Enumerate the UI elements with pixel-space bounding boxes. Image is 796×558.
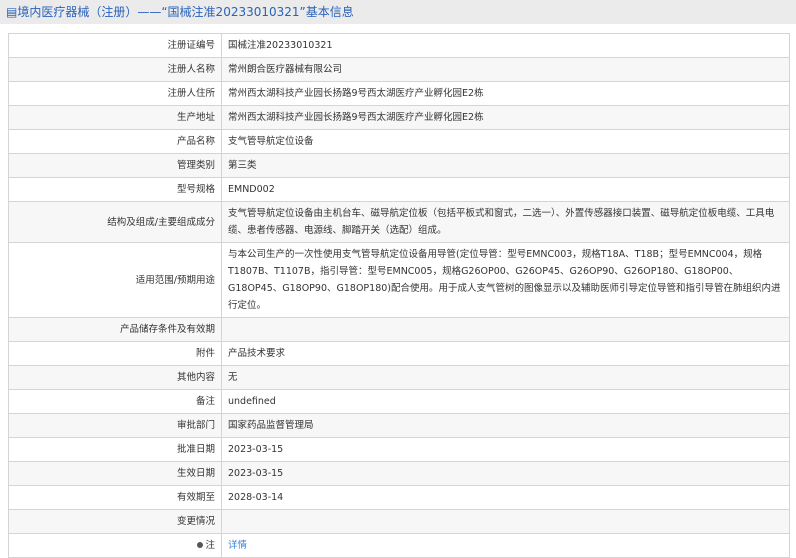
details-link[interactable]: 详情 — [228, 540, 247, 551]
table-row: 附件 产品技术要求 — [8, 341, 790, 366]
pin-icon — [197, 542, 204, 548]
table-row: 适用范围/预期用途 与本公司生产的一次性使用支气管导航定位设备用导管(定位导管：型… — [8, 242, 790, 318]
row-label: 批准日期 — [8, 437, 222, 462]
row-value: 第三类 — [221, 153, 790, 178]
row-value: 产品技术要求 — [221, 341, 790, 366]
row-label: 附件 — [8, 341, 222, 366]
table-row: 其他内容无 — [8, 365, 790, 390]
row-label: 型号规格 — [8, 177, 222, 202]
row-value: 2023-03-15 — [221, 461, 790, 486]
note-label: 注 — [205, 540, 215, 551]
document-icon: ▤ — [6, 5, 18, 19]
row-label: 生产地址 — [8, 105, 222, 130]
note-row: 注 详情 — [8, 533, 790, 558]
row-value: 2028-03-14 — [221, 485, 790, 510]
note-value-cell: 详情 — [221, 533, 790, 558]
row-value: 2023-03-15 — [221, 437, 790, 462]
row-value: 常州西太湖科技产业园长扬路9号西太湖医疗产业孵化园E2栋 — [221, 105, 790, 130]
row-value: 国家药品监督管理局 — [221, 413, 790, 438]
row-label: 注册人名称 — [8, 57, 222, 82]
row-label: 管理类别 — [8, 153, 222, 178]
row-label: 其他内容 — [8, 365, 222, 390]
row-label: 注册证编号 — [8, 33, 222, 58]
table-row: 型号规格 EMND002 — [8, 177, 790, 202]
row-label: 产品储存条件及有效期 — [8, 317, 222, 342]
row-label: 备注 — [8, 389, 222, 414]
table-row: 管理类别 第三类 — [8, 153, 790, 178]
page-header: ▤境内医疗器械（注册）——“国械注准20233010321”基本信息 — [0, 0, 796, 24]
row-label: 生效日期 — [8, 461, 222, 486]
row-value: 与本公司生产的一次性使用支气管导航定位设备用导管(定位导管：型号EMNC003，… — [221, 242, 790, 318]
row-value: EMND002 — [221, 177, 790, 202]
row-value — [221, 317, 790, 342]
table-row: 审批部门 国家药品监督管理局 — [8, 413, 790, 438]
row-value: 支气管导航定位设备由主机台车、磁导航定位板（包括平板式和窗式，二选一）、外置传感… — [221, 201, 790, 243]
row-value: 支气管导航定位设备 — [221, 129, 790, 154]
page-title: 境内医疗器械（注册）——“国械注准20233010321”基本信息 — [17, 5, 354, 19]
table-row: 有效期至 2028-03-14 — [8, 485, 790, 510]
row-label: 有效期至 — [8, 485, 222, 510]
row-label: 审批部门 — [8, 413, 222, 438]
row-value: 常州朗合医疗器械有限公司 — [221, 57, 790, 82]
row-value: 国械注准20233010321 — [221, 33, 790, 58]
table-row: 产品储存条件及有效期 — [8, 317, 790, 342]
table-row: 结构及组成/主要组成成分 支气管导航定位设备由主机台车、磁导航定位板（包括平板式和… — [8, 201, 790, 243]
row-value: 无 — [221, 365, 790, 390]
table-row: 批准日期 2023-03-15 — [8, 437, 790, 462]
note-label-cell: 注 — [8, 533, 222, 558]
table-row: 注册证编号 国械注准20233010321 — [8, 33, 790, 58]
table-row: 注册人名称 常州朗合医疗器械有限公司 — [8, 57, 790, 82]
row-label: 适用范围/预期用途 — [8, 242, 222, 318]
table-row: 生产地址 常州西太湖科技产业园长扬路9号西太湖医疗产业孵化园E2栋 — [8, 105, 790, 130]
table-row: 产品名称 支气管导航定位设备 — [8, 129, 790, 154]
table-row: 生效日期 2023-03-15 — [8, 461, 790, 486]
row-label: 结构及组成/主要组成成分 — [8, 201, 222, 243]
row-label: 注册人住所 — [8, 81, 222, 106]
row-value: undefined — [221, 389, 790, 414]
row-value: 常州西太湖科技产业园长扬路9号西太湖医疗产业孵化园E2栋 — [221, 81, 790, 106]
table-row: 备注 undefined — [8, 389, 790, 414]
row-label: 产品名称 — [8, 129, 222, 154]
info-table: 注册证编号 国械注准20233010321 注册人名称 常州朗合医疗器械有限公司 注册人… — [8, 33, 790, 558]
table-row: 注册人住所 常州西太湖科技产业园长扬路9号西太湖医疗产业孵化园E2栋 — [8, 81, 790, 106]
